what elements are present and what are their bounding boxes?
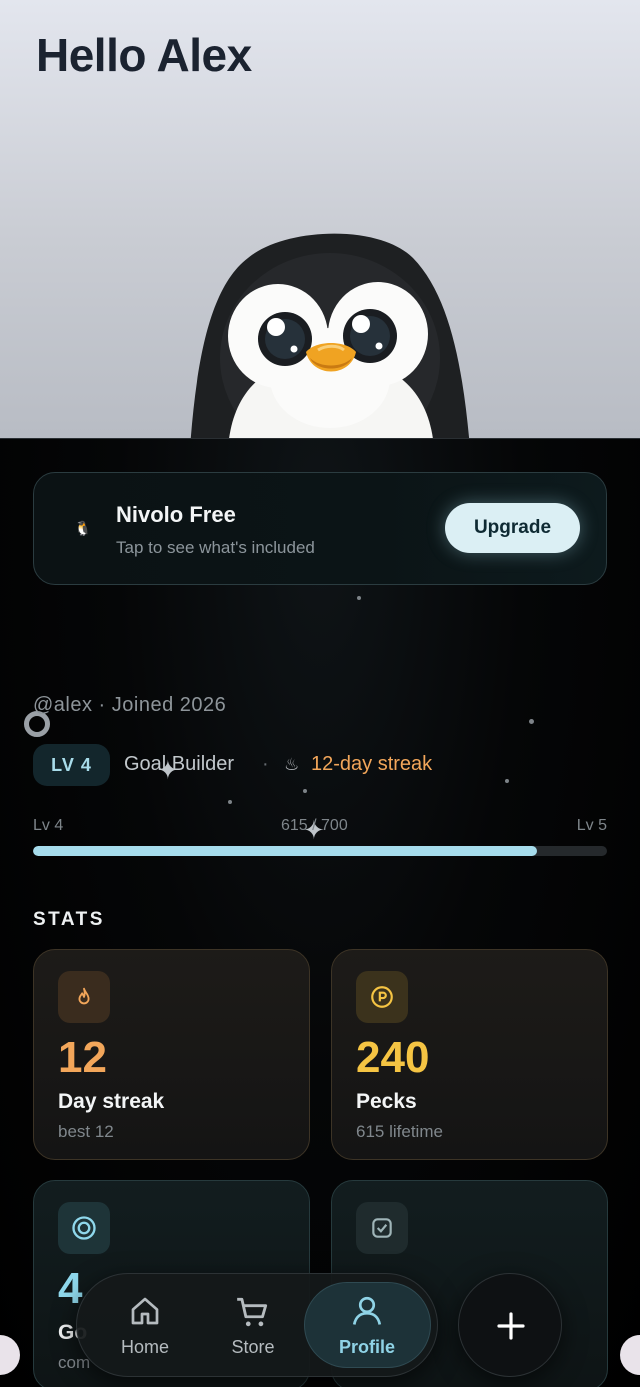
stat-label: Pecks (356, 1090, 417, 1113)
level-progress-bar (33, 846, 607, 856)
star-decoration (505, 779, 509, 783)
stat-value: 240 (356, 1033, 430, 1082)
separator: · (262, 753, 269, 775)
stat-card-streak[interactable]: 12 Day streak best 12 (33, 949, 310, 1160)
penguin-mascot (190, 233, 470, 438)
stat-subtext: 615 lifetime (356, 1122, 443, 1141)
nav-label: Profile (338, 1337, 395, 1357)
stat-label: Day streak (58, 1090, 165, 1113)
target-icon (58, 1202, 110, 1254)
plan-subtitle: Tap to see what's included (116, 538, 315, 557)
stat-value: 12 (58, 1033, 107, 1082)
nav-item-profile[interactable]: Profile (307, 1273, 427, 1377)
progress-from-label: Lv 4 (33, 817, 64, 834)
plus-icon (497, 1312, 525, 1340)
profile-meta: @alex · Joined 2026 (33, 694, 227, 716)
add-button[interactable] (458, 1273, 562, 1377)
stat-subtext: best 12 (58, 1122, 114, 1141)
home-icon (131, 1297, 159, 1325)
stat-card-pecks[interactable]: 240 Pecks 615 lifetime (331, 949, 608, 1160)
coin-icon (356, 971, 408, 1023)
cart-icon (237, 1297, 268, 1327)
plan-title: Nivolo Free (116, 502, 236, 527)
hero-banner: Hello Alex (0, 0, 640, 438)
nav-label: Home (120, 1337, 169, 1357)
star-decoration (228, 800, 232, 804)
stat-value: 4 (58, 1264, 83, 1313)
role-title: Goal Builder (124, 753, 235, 775)
progress-to-label: Lv 5 (576, 817, 607, 834)
flame-icon (58, 971, 110, 1023)
nav-label: Store (231, 1337, 275, 1357)
level-badge: LV 4 (33, 744, 110, 786)
checkbox-icon (356, 1202, 408, 1254)
flame-icon: ♨ (284, 755, 300, 774)
penguin-icon: 🐧 (74, 520, 92, 536)
greeting-title: Hello Alex (36, 29, 252, 81)
user-icon (352, 1296, 382, 1325)
stats-heading: STATS (33, 909, 105, 930)
star-decoration (357, 596, 361, 600)
star-decoration (303, 789, 307, 793)
nav-item-store[interactable]: Store (205, 1273, 301, 1377)
level-progress-fill (33, 846, 538, 856)
upgrade-button[interactable]: Upgrade (445, 503, 580, 553)
progress-value-label: 615 / 700 (281, 817, 348, 834)
star-decoration (529, 719, 534, 724)
streak-text: 12-day streak (311, 753, 433, 775)
nav-item-home[interactable]: Home (96, 1273, 194, 1377)
